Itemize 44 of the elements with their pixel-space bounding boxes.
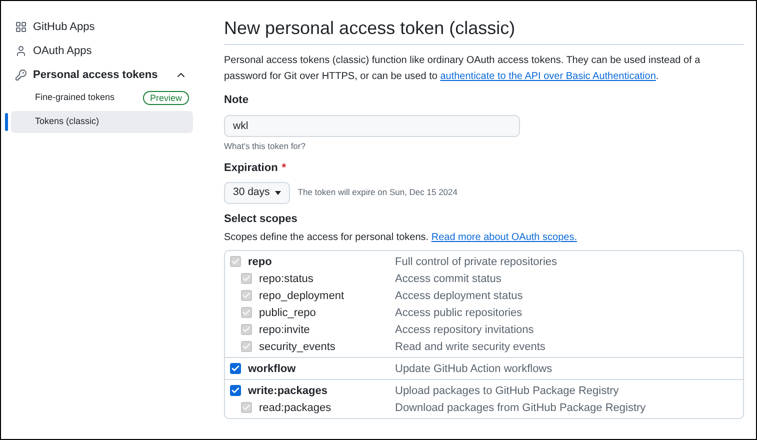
selection-indicator [5,113,8,131]
person-icon [15,45,27,57]
scope-description: Full control of private repositories [395,254,558,270]
key-icon [15,69,27,81]
sidebar-subitem[interactable]: Tokens (classic) [11,111,193,133]
scope-description: Access commit status [395,272,502,286]
expiration-hint: The token will expire on Sun, Dec 15 2024 [298,186,458,200]
api-auth-link[interactable]: authenticate to the API over Basic Authentication [440,71,656,82]
oauth-scopes-link[interactable]: Read more about OAuth scopes. [431,232,577,244]
scope-name: public_repo [259,306,316,320]
scope-name: read:packages [259,400,332,416]
scope-name: write:packages [248,384,328,398]
expiration-label: Expiration [224,161,278,176]
scope-description: Upload packages to GitHub Package Registry [395,384,619,398]
scopes-description: Scopes define the access for personal tokens. Read more about OAuth scopes. [224,231,578,246]
scope-description: Update GitHub Action workflows [395,362,552,376]
expiration-dropdown[interactable]: 30 days [224,182,290,204]
note-hint: What's this token for? [224,140,306,152]
note-field[interactable]: wkl [224,114,520,136]
note-label: Note [224,93,250,108]
checkbox[interactable] [230,363,241,374]
sidebar-item[interactable]: OAuth Apps [5,41,193,61]
scope-name: repo:invite [259,322,310,338]
caret-icon [274,190,281,195]
scope-name: repo_deployment [259,288,344,304]
scope-name: repo:status [259,272,314,286]
scope-description: Access public repositories [395,306,522,320]
scope-description: Download packages from GitHub Package Registry [395,400,646,416]
preview-badge: Preview [142,91,189,105]
intro-text: Personal access tokens (classic) function like ordinary OAuth access tokens. They can be used instead of a password for Git over HTTPS, or can be used to authenticate to the API over Basic Authentication. [224,54,702,84]
scopes-heading: Select scopes [224,212,298,227]
grid-icon [15,21,27,33]
sidebar-item[interactable]: GitHub Apps [5,17,193,37]
scope-description: Access deployment status [395,288,523,304]
checkbox[interactable] [230,385,241,396]
page-title: New personal access token (classic) [224,16,744,45]
scope-name: repo [248,254,272,270]
required-mark: * [282,161,286,176]
scope-description: Read and write security events [395,340,546,354]
sidebar-item[interactable]: Personal access tokens [5,65,193,85]
sidebar-subitem[interactable]: Fine-grained tokens Preview [11,87,193,109]
scope-name: workflow [248,362,296,376]
scope-name: security_events [259,340,336,354]
scope-description: Access repository invitations [395,322,534,338]
